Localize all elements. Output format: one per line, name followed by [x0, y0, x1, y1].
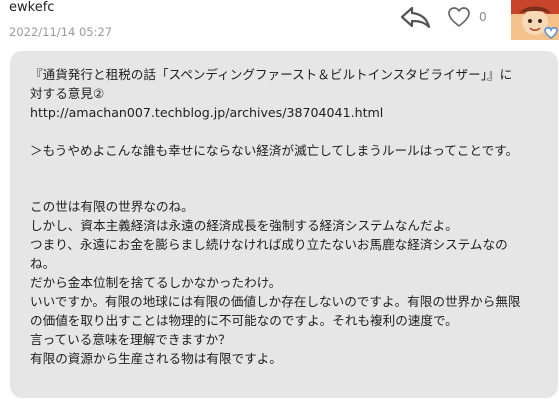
reply-button[interactable]: [398, 2, 432, 32]
avatar-image: [511, 0, 559, 40]
comment-username[interactable]: ewkefc: [9, 0, 54, 16]
like-count: 0: [479, 10, 487, 24]
comment-body: 『通貨発行と租税の話「スペンディングファースト＆ビルトインスタビライザー」』に …: [30, 67, 521, 366]
comment-item: ewkefc 2022/11/14 05:27 0 『通貨発行と租税の話「スペン…: [0, 0, 559, 411]
reply-arrow-icon: [400, 6, 431, 29]
heart-outline-icon: [448, 7, 470, 27]
avatar[interactable]: [511, 0, 559, 40]
comment-timestamp: 2022/11/14 05:27: [9, 25, 113, 39]
like-button[interactable]: [446, 4, 472, 30]
